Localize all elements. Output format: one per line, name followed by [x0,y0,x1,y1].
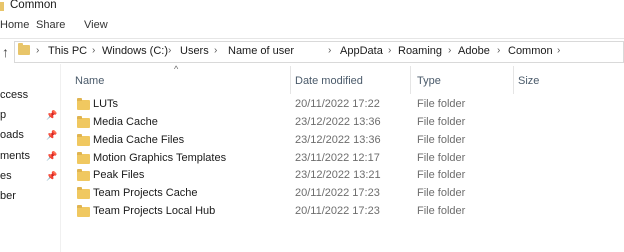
list-item[interactable]: Peak Files 23/12/2022 13:21 File folder [71,167,624,184]
list-item[interactable]: Media Cache Files 23/12/2022 13:36 File … [71,132,624,149]
breadcrumb-this-pc[interactable]: This PC [48,45,87,57]
chevron-right-icon[interactable]: › [36,45,39,56]
column-divider[interactable] [513,66,514,94]
column-divider[interactable] [410,66,411,94]
tab-home[interactable]: Home [0,19,29,31]
file-type: File folder [417,205,466,217]
list-item[interactable]: Motion Graphics Templates 23/11/2022 12:… [71,150,624,167]
file-name: Team Projects Local Hub [93,205,216,217]
chevron-right-icon[interactable]: › [448,45,451,56]
tab-view[interactable]: View [84,19,108,31]
nav-item-quick-access[interactable]: ccess [0,89,28,101]
file-name: Motion Graphics Templates [93,152,227,164]
folder-icon [77,116,90,128]
chevron-right-icon[interactable]: › [557,45,560,56]
file-type: File folder [417,116,466,128]
chevron-right-icon[interactable]: › [214,45,217,56]
column-header-size[interactable]: Size [518,75,539,87]
file-type: File folder [417,134,466,146]
pin-icon: 📌 [46,171,58,181]
file-date: 20/11/2022 17:22 [295,98,380,110]
folder-icon [77,134,90,146]
file-name: Team Projects Cache [93,187,198,199]
file-type: File folder [417,152,466,164]
file-type: File folder [417,187,466,199]
column-header-name[interactable]: Name [75,75,104,87]
folder-icon [77,169,90,181]
folder-icon [77,187,90,199]
breadcrumb-common[interactable]: Common [508,45,553,57]
list-item[interactable]: LUTs 20/11/2022 17:22 File folder [71,96,624,113]
folder-icon [77,205,90,217]
file-name: Peak Files [93,169,145,181]
folder-icon [77,98,90,110]
list-item[interactable]: Media Cache 23/12/2022 13:36 File folder [71,114,624,131]
file-date: 20/11/2022 17:23 [295,187,380,199]
breadcrumb-roaming[interactable]: Roaming [398,45,442,57]
chevron-right-icon[interactable]: › [328,45,331,56]
pin-icon: 📌 [46,151,58,161]
breadcrumb-users[interactable]: Users [180,45,209,57]
window-title: Common [10,0,57,11]
breadcrumb-user[interactable]: Name of user [228,45,294,57]
nav-item-pictures[interactable]: es [0,170,12,182]
column-header-type[interactable]: Type [417,75,441,87]
chevron-right-icon[interactable]: › [92,45,95,56]
nav-item-documents[interactable]: ments [0,150,30,162]
tab-share[interactable]: Share [36,19,65,31]
breadcrumb-adobe[interactable]: Adobe [458,45,490,57]
pin-icon: 📌 [46,130,58,140]
ribbon: Home Share View [0,14,624,39]
pin-icon: 📌 [46,110,58,120]
file-name: Media Cache Files [93,134,185,146]
column-header-date[interactable]: Date modified [295,75,363,87]
file-name: LUTs [93,98,119,110]
file-date: 23/12/2022 13:21 [295,169,381,181]
chevron-right-icon[interactable]: › [388,45,391,56]
nav-item-number[interactable]: ber [0,190,16,202]
folder-icon [18,43,30,55]
breadcrumb-appdata[interactable]: AppData [340,45,383,57]
file-name: Media Cache [93,116,158,128]
folder-icon [77,152,90,164]
folder-icon [0,2,4,11]
nav-item-desktop[interactable]: p [0,109,6,121]
sort-ascending-icon: ^ [174,64,179,74]
list-item[interactable]: Team Projects Local Hub 20/11/2022 17:23… [71,203,624,220]
file-date: 23/12/2022 13:36 [295,134,381,146]
list-item[interactable]: Team Projects Cache 20/11/2022 17:23 Fil… [71,185,624,202]
breadcrumb-drive[interactable]: Windows (C:) [102,45,168,57]
up-arrow-icon[interactable]: ↑ [2,44,9,60]
chevron-right-icon[interactable]: › [497,45,500,56]
file-date: 23/11/2022 12:17 [295,152,380,164]
chevron-right-icon[interactable]: › [168,45,171,56]
file-type: File folder [417,98,466,110]
column-divider[interactable] [290,66,291,94]
title-bar: Common [0,0,624,14]
file-type: File folder [417,169,466,181]
nav-item-downloads[interactable]: oads [0,129,24,141]
file-date: 20/11/2022 17:23 [295,205,380,217]
file-date: 23/12/2022 13:36 [295,116,381,128]
